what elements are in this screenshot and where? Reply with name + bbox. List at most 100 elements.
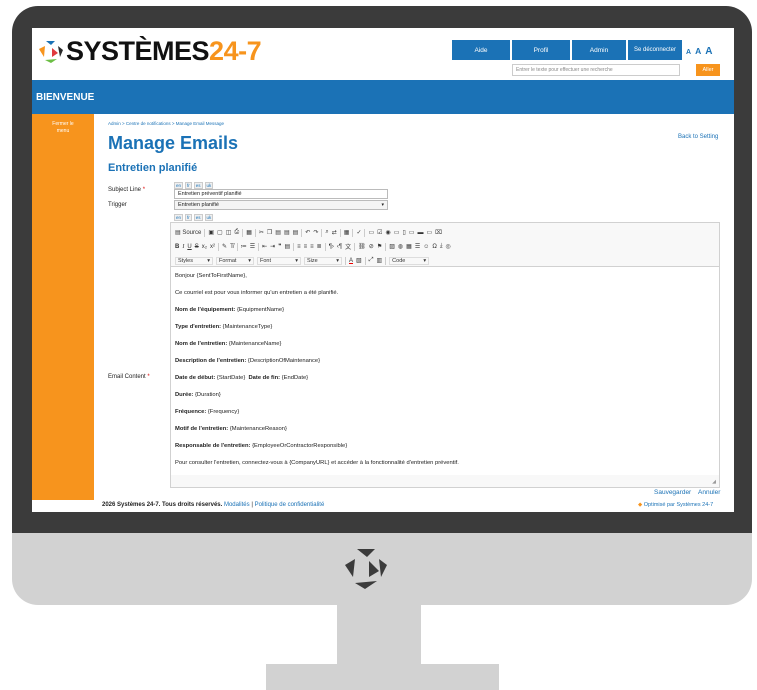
lang-tab-uk[interactable]: uk <box>204 214 214 221</box>
find-icon[interactable]: ⌕ <box>325 229 328 236</box>
lang-tab-fr[interactable]: fr <box>185 214 192 221</box>
font-dropdown[interactable]: Font ▾ <box>257 256 301 265</box>
special-char-icon[interactable]: Ω <box>432 244 437 250</box>
button-icon[interactable]: ▬ <box>417 230 423 236</box>
search-input[interactable]: Entrer le texte pour effectuer une reche… <box>512 64 680 76</box>
replace-icon[interactable]: ⇄ <box>332 229 337 236</box>
outdent-icon[interactable]: ⇤ <box>262 243 267 250</box>
maximize-icon[interactable]: ⤢ <box>369 257 374 264</box>
search-button[interactable]: Aller <box>696 64 720 76</box>
new-page-icon[interactable]: ▢ <box>217 229 223 236</box>
paste-icon[interactable]: ▤ <box>275 229 281 236</box>
size-dropdown[interactable]: Size ▾ <box>304 256 342 265</box>
toolbar-separator <box>242 228 244 237</box>
paste-text-icon[interactable]: ▤ <box>284 229 290 236</box>
text-color-icon[interactable]: A <box>349 258 353 264</box>
textfield-icon[interactable]: ▭ <box>394 229 400 236</box>
back-to-setting-link[interactable]: Back to Setting <box>678 134 718 140</box>
remove-format-icon[interactable]: T̸ <box>230 244 234 250</box>
format-dropdown[interactable]: Format ▾ <box>216 256 254 265</box>
privacy-link[interactable]: Politique de confidentialité <box>255 502 325 508</box>
flash-icon[interactable]: ◍ <box>398 243 403 250</box>
spellcheck-icon[interactable]: ✓ <box>356 229 361 236</box>
styles-dropdown[interactable]: Styles ▾ <box>175 256 213 265</box>
table-icon[interactable]: ▦ <box>406 243 412 250</box>
undo-icon[interactable]: ↶ <box>305 229 310 236</box>
font-size-small[interactable]: A <box>686 49 691 56</box>
image-button-icon[interactable]: ▭ <box>426 229 432 236</box>
justify-icon[interactable]: ≣ <box>317 243 322 250</box>
redo-icon[interactable]: ↷ <box>313 229 318 236</box>
admin-button[interactable]: Admin <box>572 40 626 60</box>
close-menu-link[interactable]: Fermer le menu <box>48 121 78 135</box>
ltr-icon[interactable]: ¶› <box>329 244 334 250</box>
powered-by[interactable]: ◆ Optimisé par Systèmes 24-7 <box>638 502 713 508</box>
lang-tab-en[interactable]: en <box>174 214 184 221</box>
font-size-medium[interactable]: A <box>695 46 701 56</box>
image-icon[interactable]: ▨ <box>389 243 395 250</box>
blockquote-icon[interactable]: ❞ <box>278 243 281 250</box>
code-dropdown[interactable]: Code ▾ <box>389 256 430 265</box>
print-icon[interactable]: ⎙ <box>234 229 239 236</box>
select-icon[interactable]: ▭ <box>409 229 415 236</box>
radio-icon[interactable]: ◉ <box>386 229 391 236</box>
save-icon[interactable]: ▣ <box>208 229 214 236</box>
trigger-select[interactable]: Entretien planifié ▾ <box>174 200 388 210</box>
breadcrumb[interactable]: Admin > Centre de notifications > Manage… <box>108 121 224 126</box>
lang-tab-es[interactable]: es <box>193 182 203 189</box>
italic-icon[interactable]: I <box>182 244 184 250</box>
iframe-icon[interactable]: ◎ <box>446 243 451 250</box>
modalites-link[interactable]: Modalités <box>224 502 250 508</box>
smiley-icon[interactable]: ☺ <box>423 244 429 250</box>
templates-icon[interactable]: ▦ <box>246 229 252 236</box>
copy-icon[interactable]: ❐ <box>267 229 272 236</box>
align-left-icon[interactable]: ≡ <box>297 244 301 250</box>
rtl-icon[interactable]: ‹¶ <box>337 244 342 250</box>
page-break-icon[interactable]: ⤓ <box>440 243 443 250</box>
div-icon[interactable]: ▤ <box>284 243 290 250</box>
paste-word-icon[interactable]: ▤ <box>293 229 299 236</box>
bg-color-icon[interactable]: ▧ <box>356 257 362 264</box>
numbered-list-icon[interactable]: ≔ <box>241 243 247 250</box>
monitor-logo-icon <box>345 549 387 589</box>
source-button[interactable]: ▤ Source <box>175 229 201 236</box>
indent-icon[interactable]: ⇥ <box>270 243 275 250</box>
editor-body[interactable]: Bonjour {SentToFirstName}, Ce courriel e… <box>171 267 719 475</box>
form-icon[interactable]: ▭ <box>368 229 374 236</box>
hidden-field-icon[interactable]: ⌧ <box>435 229 442 236</box>
superscript-icon[interactable]: x² <box>210 244 215 250</box>
bold-icon[interactable]: B <box>175 244 179 250</box>
cancel-link[interactable]: Annuler <box>698 489 720 496</box>
align-right-icon[interactable]: ≡ <box>310 244 314 250</box>
unlink-icon[interactable]: ⊘ <box>369 243 374 250</box>
profil-button[interactable]: Profil <box>512 40 570 60</box>
underline-icon[interactable]: U <box>187 244 191 250</box>
lang-tab-uk[interactable]: uk <box>204 182 214 189</box>
align-center-icon[interactable]: ≡ <box>304 244 308 250</box>
show-blocks-icon[interactable]: ▥ <box>377 257 383 264</box>
lang-tab-es[interactable]: es <box>193 214 203 221</box>
lang-tab-en[interactable]: en <box>174 182 184 189</box>
copy-format-icon[interactable]: ✎ <box>222 243 227 250</box>
cut-icon[interactable]: ✂ <box>259 229 264 236</box>
select-all-icon[interactable]: ▦ <box>344 229 350 236</box>
brand-logo-text[interactable]: SYSTÈMES24-7 <box>66 36 262 67</box>
rich-text-editor[interactable]: ▤ Source ▣ ▢ ◫ ⎙ ▦ ✂ ❐ ▤ ▤ ▤ ↶ ↷ ⌕ ⇄ ▦ ✓… <box>170 222 720 488</box>
font-size-large[interactable]: A <box>705 46 712 57</box>
aide-button[interactable]: Aide <box>452 40 510 60</box>
strike-icon[interactable]: S <box>195 244 199 250</box>
subject-input[interactable]: Entretien préventif planifié <box>174 189 388 199</box>
preview-icon[interactable]: ◫ <box>226 229 232 236</box>
horizontal-rule-icon[interactable]: ☰ <box>415 243 420 250</box>
resize-handle-icon[interactable]: ◢ <box>712 479 716 485</box>
anchor-icon[interactable]: ⚑ <box>377 243 382 250</box>
language-icon[interactable]: 文 <box>345 242 351 251</box>
save-link[interactable]: Sauvegarder <box>654 489 691 496</box>
lang-tab-fr[interactable]: fr <box>185 182 192 189</box>
logout-button[interactable]: Se déconnecter <box>628 40 682 60</box>
bulleted-list-icon[interactable]: ☰ <box>250 243 255 250</box>
subscript-icon[interactable]: x₂ <box>202 244 207 250</box>
link-icon[interactable]: ⛓ <box>358 243 366 250</box>
checkbox-icon[interactable]: ☑ <box>377 229 382 236</box>
textarea-icon[interactable]: ▯ <box>402 229 405 236</box>
